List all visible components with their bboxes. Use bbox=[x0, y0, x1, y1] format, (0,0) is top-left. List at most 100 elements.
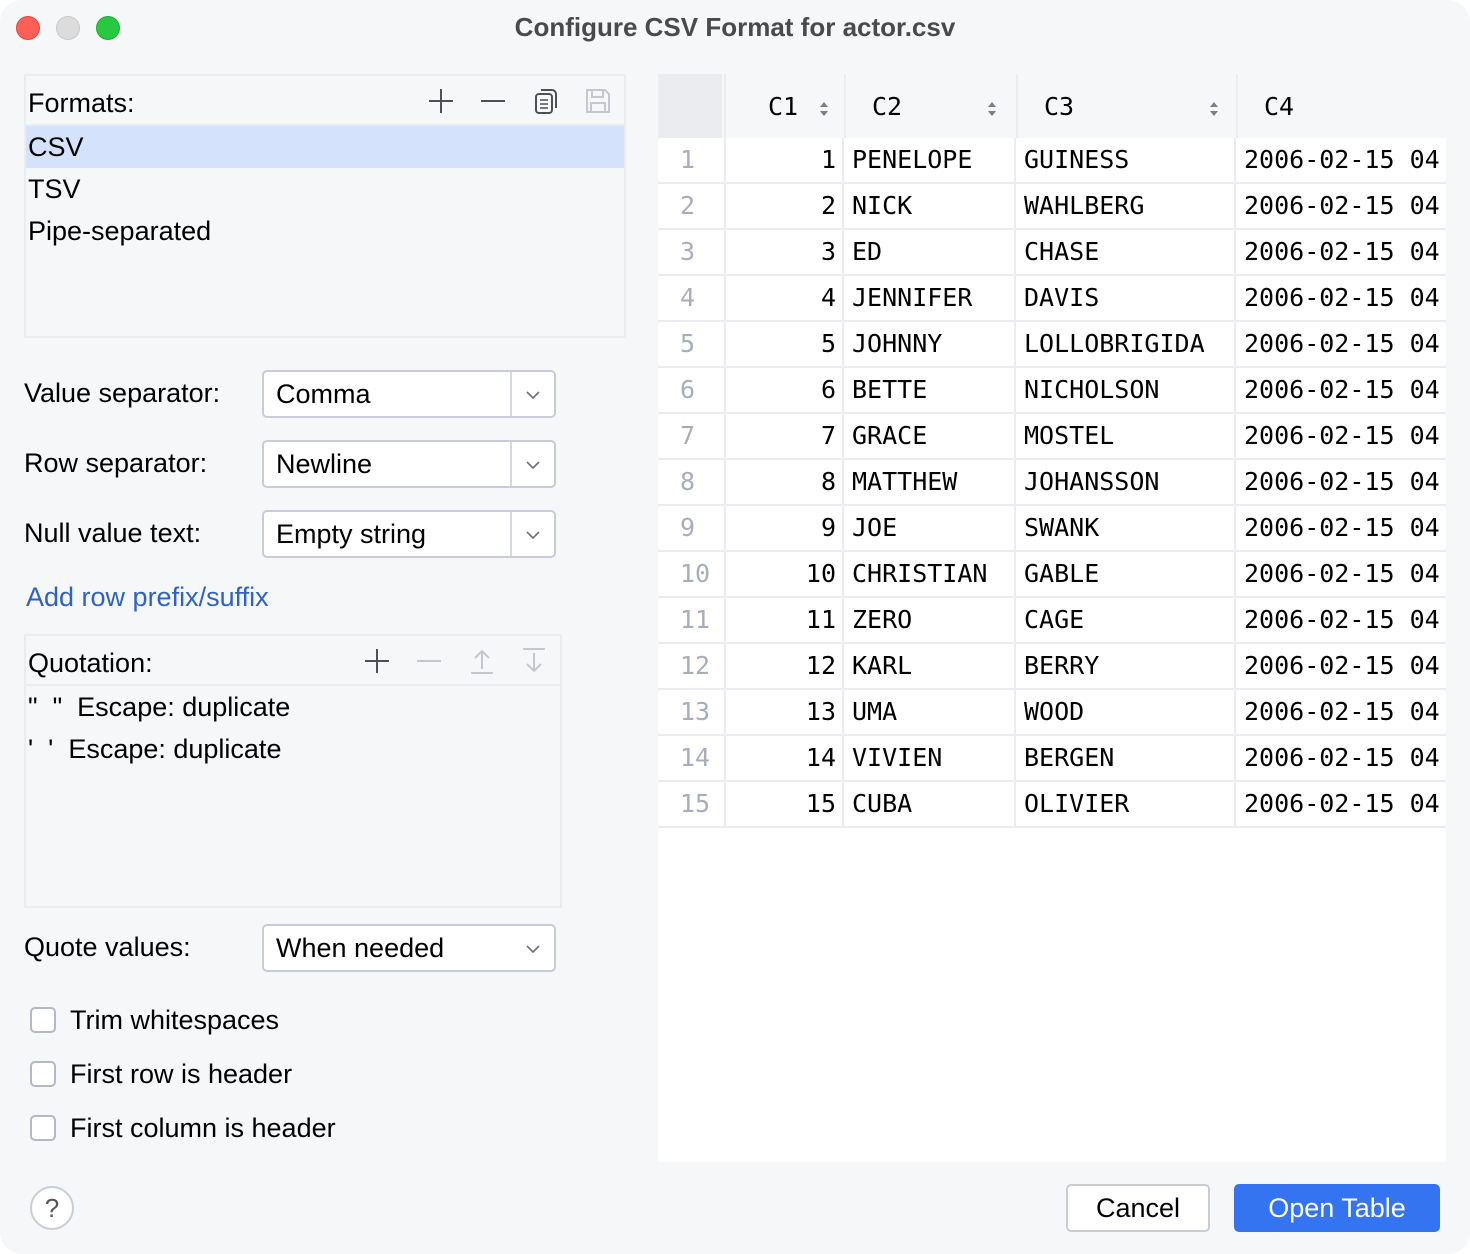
quotation-header: Quotation: bbox=[26, 636, 560, 686]
cell-c4: 2006-02-15 04 bbox=[1244, 697, 1440, 726]
first-column-header-option[interactable]: First column is header bbox=[30, 1112, 336, 1144]
cell-c3: NICHOLSON bbox=[1016, 368, 1236, 412]
cell-c3: BERGEN bbox=[1016, 736, 1236, 780]
cell-c4: 2006-02-15 04 bbox=[1244, 237, 1440, 266]
dialog-title: Configure CSV Format for actor.csv bbox=[514, 12, 956, 42]
table-row[interactable]: 5 5 JOHNNY LOLLOBRIGIDA 2006-02-15 04 bbox=[658, 322, 1446, 368]
row-number: 5 bbox=[680, 329, 696, 358]
row-number: 2 bbox=[680, 191, 696, 220]
column-name: C4 bbox=[1264, 92, 1295, 121]
cell-c3: SWANK bbox=[1016, 506, 1236, 550]
save-format-button[interactable] bbox=[583, 86, 613, 116]
trim-whitespaces-checkbox[interactable] bbox=[30, 1007, 56, 1033]
row-number: 9 bbox=[680, 513, 696, 542]
cell-c3: JOHANSSON bbox=[1016, 460, 1236, 504]
cell-c4: 2006-02-15 04 bbox=[1244, 743, 1440, 772]
combo-divider bbox=[510, 442, 512, 486]
add-quotation-button[interactable] bbox=[362, 646, 392, 676]
table-row[interactable]: 13 13 UMA WOOD 2006-02-15 04 bbox=[658, 690, 1446, 736]
add-format-button[interactable] bbox=[426, 86, 456, 116]
table-row[interactable]: 11 11 ZERO CAGE 2006-02-15 04 bbox=[658, 598, 1446, 644]
table-row[interactable]: 6 6 BETTE NICHOLSON 2006-02-15 04 bbox=[658, 368, 1446, 414]
cell-c2: PENELOPE bbox=[846, 138, 1016, 182]
cell-c3: CHASE bbox=[1016, 230, 1236, 274]
cell-c2: NICK bbox=[846, 184, 1016, 228]
cell-c4: 2006-02-15 04 bbox=[1244, 605, 1440, 634]
table-corner bbox=[658, 74, 722, 138]
cell-c1: 3 bbox=[724, 230, 844, 274]
cell-c1: 5 bbox=[724, 322, 844, 366]
format-item-csv[interactable]: CSV bbox=[26, 126, 624, 168]
cell-c4: 2006-02-15 04 bbox=[1244, 559, 1440, 588]
table-row[interactable]: 8 8 MATTHEW JOHANSSON 2006-02-15 04 bbox=[658, 460, 1446, 506]
remove-format-button[interactable] bbox=[478, 86, 508, 116]
column-header-c3[interactable]: C3 bbox=[1018, 74, 1238, 138]
table-header: C1 C2 C3 C4 bbox=[658, 74, 1446, 138]
quotation-list: " " Escape: duplicate ' ' Escape: duplic… bbox=[26, 686, 560, 770]
value-separator-label: Value separator: bbox=[24, 378, 221, 408]
null-value-combo[interactable]: Empty string bbox=[262, 510, 556, 558]
quotation-item-single[interactable]: ' ' Escape: duplicate bbox=[26, 728, 560, 770]
sort-icon[interactable] bbox=[1208, 96, 1220, 125]
first-column-header-checkbox[interactable] bbox=[30, 1115, 56, 1141]
cell-c1: 10 bbox=[724, 552, 844, 596]
first-row-header-checkbox[interactable] bbox=[30, 1061, 56, 1087]
column-header-c1[interactable]: C1 bbox=[724, 74, 846, 138]
row-number: 1 bbox=[680, 145, 696, 174]
open-table-button[interactable]: Open Table bbox=[1234, 1184, 1440, 1232]
cell-c3: WAHLBERG bbox=[1016, 184, 1236, 228]
help-button[interactable]: ? bbox=[30, 1186, 74, 1230]
table-row[interactable]: 4 4 JENNIFER DAVIS 2006-02-15 04 bbox=[658, 276, 1446, 322]
table-row[interactable]: 3 3 ED CHASE 2006-02-15 04 bbox=[658, 230, 1446, 276]
cell-c2: UMA bbox=[846, 690, 1016, 734]
column-name: C3 bbox=[1044, 92, 1075, 121]
chevron-down-icon bbox=[524, 456, 542, 479]
quote-values-label: Quote values: bbox=[24, 932, 191, 962]
add-icon bbox=[365, 649, 389, 673]
copy-format-button[interactable] bbox=[531, 86, 561, 116]
remove-quotation-button[interactable] bbox=[414, 646, 444, 676]
table-row[interactable]: 7 7 GRACE MOSTEL 2006-02-15 04 bbox=[658, 414, 1446, 460]
row-number: 6 bbox=[680, 375, 696, 404]
format-item-tsv[interactable]: TSV bbox=[26, 168, 624, 210]
cell-c2: ED bbox=[846, 230, 1016, 274]
combo-divider bbox=[510, 372, 512, 416]
column-header-c2[interactable]: C2 bbox=[846, 74, 1018, 138]
combo-divider bbox=[510, 512, 512, 556]
table-row[interactable]: 10 10 CHRISTIAN GABLE 2006-02-15 04 bbox=[658, 552, 1446, 598]
cell-c2: CUBA bbox=[846, 782, 1016, 826]
table-row[interactable]: 14 14 VIVIEN BERGEN 2006-02-15 04 bbox=[658, 736, 1446, 782]
table-row[interactable]: 9 9 JOE SWANK 2006-02-15 04 bbox=[658, 506, 1446, 552]
table-row[interactable]: 15 15 CUBA OLIVIER 2006-02-15 04 bbox=[658, 782, 1446, 828]
cell-c1: 15 bbox=[724, 782, 844, 826]
row-number: 4 bbox=[680, 283, 696, 312]
trim-whitespaces-option[interactable]: Trim whitespaces bbox=[30, 1004, 279, 1036]
table-row[interactable]: 1 1 PENELOPE GUINESS 2006-02-15 04 bbox=[658, 138, 1446, 184]
value-separator-combo[interactable]: Comma bbox=[262, 370, 556, 418]
format-item-pipe-separated[interactable]: Pipe-separated bbox=[26, 210, 624, 252]
cancel-button[interactable]: Cancel bbox=[1066, 1184, 1210, 1232]
cell-c1: 9 bbox=[724, 506, 844, 550]
table-row[interactable]: 2 2 NICK WAHLBERG 2006-02-15 04 bbox=[658, 184, 1446, 230]
move-up-button[interactable] bbox=[467, 646, 497, 676]
cell-c3: GUINESS bbox=[1016, 138, 1236, 182]
cell-c3: CAGE bbox=[1016, 598, 1236, 642]
cell-c4: 2006-02-15 04 bbox=[1244, 329, 1440, 358]
cell-c1: 13 bbox=[724, 690, 844, 734]
add-row-prefix-suffix-link[interactable]: Add row prefix/suffix bbox=[26, 582, 269, 613]
sort-icon[interactable] bbox=[986, 96, 998, 125]
move-down-button[interactable] bbox=[519, 646, 549, 676]
cell-c1: 12 bbox=[724, 644, 844, 688]
table-row[interactable]: 12 12 KARL BERRY 2006-02-15 04 bbox=[658, 644, 1446, 690]
row-number: 10 bbox=[680, 559, 711, 588]
chevron-down-icon bbox=[524, 526, 542, 549]
row-separator-combo[interactable]: Newline bbox=[262, 440, 556, 488]
quote-values-combo[interactable]: When needed bbox=[262, 924, 556, 972]
first-row-header-option[interactable]: First row is header bbox=[30, 1058, 292, 1090]
cell-c1: 4 bbox=[724, 276, 844, 320]
cell-c3: OLIVIER bbox=[1016, 782, 1236, 826]
cell-c2: BETTE bbox=[846, 368, 1016, 412]
column-header-c4[interactable]: C4 bbox=[1238, 74, 1446, 138]
sort-icon[interactable] bbox=[818, 96, 830, 125]
quotation-item-double[interactable]: " " Escape: duplicate bbox=[26, 686, 560, 728]
